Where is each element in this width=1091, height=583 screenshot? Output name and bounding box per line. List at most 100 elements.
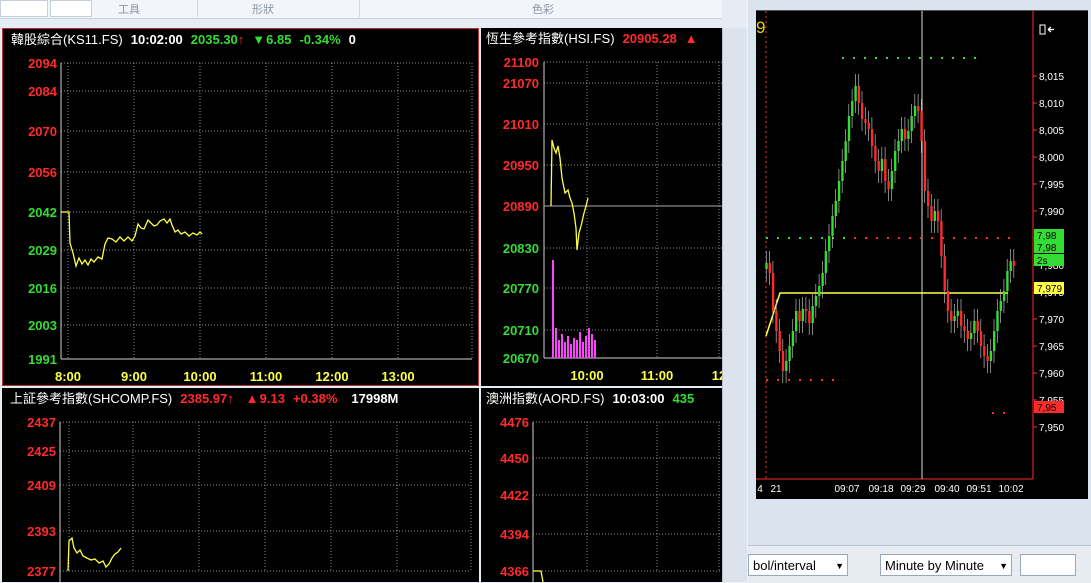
dot-marker <box>843 237 845 239</box>
divider <box>359 0 360 17</box>
dot-marker <box>810 379 812 381</box>
candle-body <box>771 273 775 311</box>
volume-bar <box>552 260 554 358</box>
y-tick-label: 2003 <box>28 318 57 333</box>
candle-body <box>976 321 979 331</box>
x-axis-labels: 10:00 11:00 12 <box>570 368 722 383</box>
y-tick-label: 8,015 <box>1039 72 1064 83</box>
volume-bars <box>552 260 596 358</box>
candle-body <box>818 286 821 296</box>
candle-body <box>983 346 986 356</box>
dot-marker <box>986 237 988 239</box>
candle-body <box>834 201 837 216</box>
candle-body <box>963 326 966 331</box>
dot-marker <box>766 237 768 239</box>
price-line <box>67 536 122 572</box>
price-badge-label: 7,95 <box>1037 403 1057 414</box>
y-tick-label: 7,995 <box>1039 180 1064 191</box>
dot-marker <box>821 237 823 239</box>
x-tick-label: 09:51 <box>966 484 991 495</box>
price-badge-label: 7,98 <box>1037 243 1057 254</box>
y-tick-label: 2029 <box>28 243 57 258</box>
candle-body <box>778 331 781 351</box>
dot-marker <box>799 237 801 239</box>
dot-marker <box>897 57 899 59</box>
ribbon-group-shapes: 形狀 <box>252 4 274 16</box>
volume-bar <box>567 336 569 358</box>
chart-panel-hsi[interactable]: 恆生參考指數(HSI.FS) 20905.28 ▲ 21100 21070 21010 2… <box>481 28 722 386</box>
volume-bar <box>585 336 587 358</box>
price-badge-label: 2s <box>1037 256 1048 267</box>
candle-body <box>791 331 795 346</box>
y-tick-label: 7,970 <box>1039 315 1064 326</box>
x-tick-label: 9:00 <box>121 369 147 384</box>
dot-marker <box>876 237 878 239</box>
dot-marker <box>853 57 855 59</box>
candle-body <box>801 309 804 321</box>
y-tick-label: 2016 <box>28 281 57 296</box>
candle-body <box>933 211 936 221</box>
y-tick-label: 7,990 <box>1039 207 1064 218</box>
candle-body <box>920 111 923 141</box>
candle-body <box>874 146 877 161</box>
y-tick-label: 4450 <box>500 451 529 466</box>
y-tick-label: 1991 <box>28 352 57 367</box>
chart-panel-shcomp[interactable]: 上証參考指數(SHCOMP.FS) 2385.97↑ ▲9.13 +0.38% 1799… <box>2 388 479 582</box>
y-tick-label: 20710 <box>503 323 539 338</box>
candle-body <box>854 86 857 101</box>
interval-value: Minute by Minute <box>885 558 984 573</box>
divider <box>197 0 198 17</box>
dot-marker <box>788 379 790 381</box>
menu-arrow-icon[interactable] <box>1039 24 1054 35</box>
candle-body <box>890 171 894 189</box>
ribbon-button[interactable] <box>0 0 48 17</box>
candle-body <box>923 141 927 191</box>
dot-marker <box>842 57 844 59</box>
candlestick-chart[interactable]: 9 8,0158,0108,0058,0007,9957,9907,9857,9… <box>756 10 1088 499</box>
y-tick-label: 20670 <box>503 351 539 366</box>
vertical-scrollbar[interactable] <box>722 28 747 582</box>
candle-body <box>785 361 788 371</box>
candle-body <box>999 301 1002 311</box>
dot-marker <box>931 237 933 239</box>
x-tick-label: 11:00 <box>641 368 674 383</box>
candle-body <box>950 311 953 321</box>
candle-body <box>814 296 818 306</box>
volume-bar <box>594 340 596 358</box>
ribbon-button[interactable] <box>50 0 92 17</box>
volume-bar <box>582 342 584 358</box>
y-axis-labels: 4476 4450 4422 4394 4366 <box>500 415 530 579</box>
dot-marker <box>953 237 955 239</box>
dot-marker <box>952 57 954 59</box>
volume-bar <box>579 332 581 358</box>
candle-body <box>993 331 996 351</box>
y-axis-labels: 2437 2425 2409 2393 2377 <box>27 415 56 579</box>
interval-dropdown[interactable]: Minute by Minute ▼ <box>880 554 1012 576</box>
dot-marker <box>777 237 779 239</box>
dot-marker <box>1008 237 1010 239</box>
chart-panel-ks11[interactable]: 韓股綜合(KS11.FS) 10:02:00 2035.30↑ ▼6.85 -0.34%… <box>2 28 479 386</box>
candle-body <box>847 116 851 141</box>
dot-marker <box>963 57 965 59</box>
candle-body <box>930 206 933 221</box>
dot-marker <box>788 237 790 239</box>
dot-marker <box>887 237 889 239</box>
x-tick-label: 10:02 <box>998 484 1023 495</box>
candle-body <box>953 316 956 321</box>
candle-body <box>989 351 993 361</box>
dot-marker <box>766 379 768 381</box>
dot-marker <box>810 237 812 239</box>
value-input[interactable] <box>1020 554 1076 576</box>
candle-body <box>1012 261 1016 266</box>
candle-body <box>804 309 808 311</box>
candle-body <box>884 159 887 181</box>
chart-canvas: 2437 2425 2409 2393 2377 <box>27 415 472 582</box>
chart-panel-aord[interactable]: 澳洲指數(AORD.FS) 10:03:00 435 4476 4450 4422 439… <box>481 388 722 582</box>
candle-body <box>1002 291 1006 301</box>
y-tick-label: 8,000 <box>1039 153 1064 164</box>
y-tick-label: 2425 <box>27 444 56 459</box>
ribbon-group-tools: 工具 <box>118 4 140 16</box>
dot-marker <box>919 57 921 59</box>
dot-marker <box>964 237 966 239</box>
symbol-interval-dropdown[interactable]: bol/interval ▼ <box>748 554 848 576</box>
